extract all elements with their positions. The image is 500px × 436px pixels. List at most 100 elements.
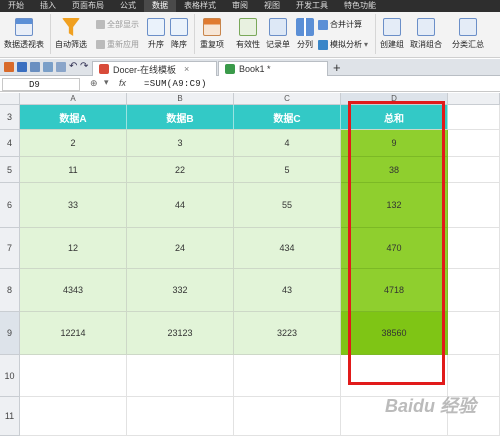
- ungroup-button[interactable]: 取消组合: [410, 18, 442, 50]
- reapply-button[interactable]: 重新应用: [96, 39, 139, 50]
- table-cell[interactable]: 33: [20, 183, 127, 228]
- empty-cell[interactable]: [448, 355, 500, 397]
- tab-review[interactable]: 审阅: [224, 0, 256, 12]
- row-header-3[interactable]: 3: [0, 105, 20, 130]
- table-cell[interactable]: 3223: [234, 312, 341, 355]
- tab-page-layout[interactable]: 页面布局: [64, 0, 112, 12]
- select-all-corner[interactable]: [0, 93, 20, 105]
- split-column-button[interactable]: 分列: [296, 18, 314, 50]
- redo-icon[interactable]: ↷: [80, 62, 90, 72]
- table-cell[interactable]: 55: [234, 183, 341, 228]
- table-cell[interactable]: 12: [20, 228, 127, 269]
- close-icon[interactable]: ×: [184, 64, 189, 74]
- sort-ascending-button[interactable]: 升序: [147, 18, 165, 50]
- empty-cell[interactable]: [448, 183, 500, 228]
- ungroup-icon: [417, 18, 435, 36]
- table-header-cell[interactable]: 数据A: [20, 105, 127, 130]
- row-header-9[interactable]: 9: [0, 312, 20, 355]
- table-cell[interactable]: 43: [234, 269, 341, 312]
- row-header-7[interactable]: 7: [0, 228, 20, 269]
- open-icon[interactable]: [30, 62, 40, 72]
- column-header-c[interactable]: C: [234, 93, 341, 105]
- tab-developer[interactable]: 开发工具: [288, 0, 336, 12]
- empty-cell[interactable]: [20, 355, 127, 397]
- new-tab-icon[interactable]: +: [333, 60, 341, 75]
- sort-descending-button[interactable]: 降序: [170, 18, 188, 50]
- table-cell[interactable]: 44: [127, 183, 234, 228]
- tab-special[interactable]: 特色功能: [336, 0, 384, 12]
- create-group-button[interactable]: 创建组: [380, 18, 404, 50]
- tab-view[interactable]: 视图: [256, 0, 288, 12]
- table-header-cell[interactable]: 数据B: [127, 105, 234, 130]
- row-header-4[interactable]: 4: [0, 130, 20, 157]
- save-icon[interactable]: [17, 62, 27, 72]
- empty-cell[interactable]: [448, 130, 500, 157]
- tab-table-style[interactable]: 表格样式: [176, 0, 224, 12]
- chevron-down-icon[interactable]: ▾: [104, 77, 109, 88]
- table-cell[interactable]: 24: [127, 228, 234, 269]
- empty-cell[interactable]: [448, 157, 500, 183]
- table-cell[interactable]: 3: [127, 130, 234, 157]
- sort-ascending-icon: [147, 18, 165, 36]
- table-cell[interactable]: 2: [20, 130, 127, 157]
- table-cell[interactable]: 23123: [127, 312, 234, 355]
- record-form-button[interactable]: 记录单: [266, 18, 290, 50]
- column-header-a[interactable]: A: [20, 93, 127, 105]
- column-header-e[interactable]: [448, 93, 500, 105]
- subtotal-button[interactable]: 分类汇总: [452, 18, 484, 50]
- tab-insert[interactable]: 插入: [32, 0, 64, 12]
- table-header-cell[interactable]: 数据C: [234, 105, 341, 130]
- row-header-6[interactable]: 6: [0, 183, 20, 228]
- table-cell[interactable]: 4343: [20, 269, 127, 312]
- tab-data[interactable]: 数据: [144, 0, 176, 12]
- what-if-analysis-button[interactable]: 模拟分析 ▾: [318, 39, 368, 50]
- tab-docer-templates[interactable]: Docer-在线模板 ×: [92, 61, 217, 76]
- table-cell[interactable]: 12214: [20, 312, 127, 355]
- table-cell[interactable]: 4: [234, 130, 341, 157]
- ungroup-label: 取消组合: [410, 40, 442, 49]
- empty-cell[interactable]: [448, 228, 500, 269]
- empty-cell[interactable]: [448, 269, 500, 312]
- print-preview-icon[interactable]: [56, 62, 66, 72]
- undo-icon[interactable]: ↶: [69, 62, 79, 72]
- fx-label[interactable]: fx: [119, 78, 126, 88]
- app-menu-icon[interactable]: [4, 62, 14, 72]
- autofilter-button[interactable]: 自动筛选: [55, 18, 87, 50]
- formula-input[interactable]: =SUM(A9:C9): [144, 77, 207, 92]
- empty-cell[interactable]: [448, 312, 500, 355]
- table-cell[interactable]: 332: [127, 269, 234, 312]
- zoom-icon[interactable]: ⊕: [90, 78, 98, 89]
- table-cell[interactable]: 434: [234, 228, 341, 269]
- table-cell[interactable]: 22: [127, 157, 234, 183]
- row-header-11[interactable]: 11: [0, 397, 20, 436]
- table-cell[interactable]: 11: [20, 157, 127, 183]
- column-header-b[interactable]: B: [127, 93, 234, 105]
- name-box[interactable]: D9: [2, 78, 80, 91]
- print-icon[interactable]: [43, 62, 53, 72]
- show-all-icon: [96, 20, 105, 29]
- tab-home[interactable]: 开始: [0, 0, 32, 12]
- row-header-5[interactable]: 5: [0, 157, 20, 183]
- empty-cell[interactable]: [20, 397, 127, 436]
- empty-cell[interactable]: [127, 355, 234, 397]
- ribbon-separator: [50, 14, 51, 54]
- validity-button[interactable]: 有效性: [236, 18, 260, 50]
- tab-book1[interactable]: Book1 *: [218, 61, 328, 76]
- validity-icon: [239, 18, 257, 36]
- subtotal-label: 分类汇总: [452, 40, 484, 49]
- table-cell[interactable]: 5: [234, 157, 341, 183]
- consolidate-icon: [318, 19, 328, 30]
- show-all-button[interactable]: 全部显示: [96, 19, 139, 30]
- pivot-table-button[interactable]: 数据透视表: [4, 18, 44, 50]
- consolidate-button[interactable]: 合并计算: [318, 19, 362, 30]
- validity-label: 有效性: [236, 40, 260, 49]
- row-header-8[interactable]: 8: [0, 269, 20, 312]
- empty-cell[interactable]: [448, 105, 500, 130]
- tab-formulas[interactable]: 公式: [112, 0, 144, 12]
- pivot-table-icon: [15, 18, 33, 36]
- duplicates-button[interactable]: 重复项: [200, 18, 224, 50]
- empty-cell[interactable]: [234, 355, 341, 397]
- row-header-10[interactable]: 10: [0, 355, 20, 397]
- empty-cell[interactable]: [234, 397, 341, 436]
- empty-cell[interactable]: [127, 397, 234, 436]
